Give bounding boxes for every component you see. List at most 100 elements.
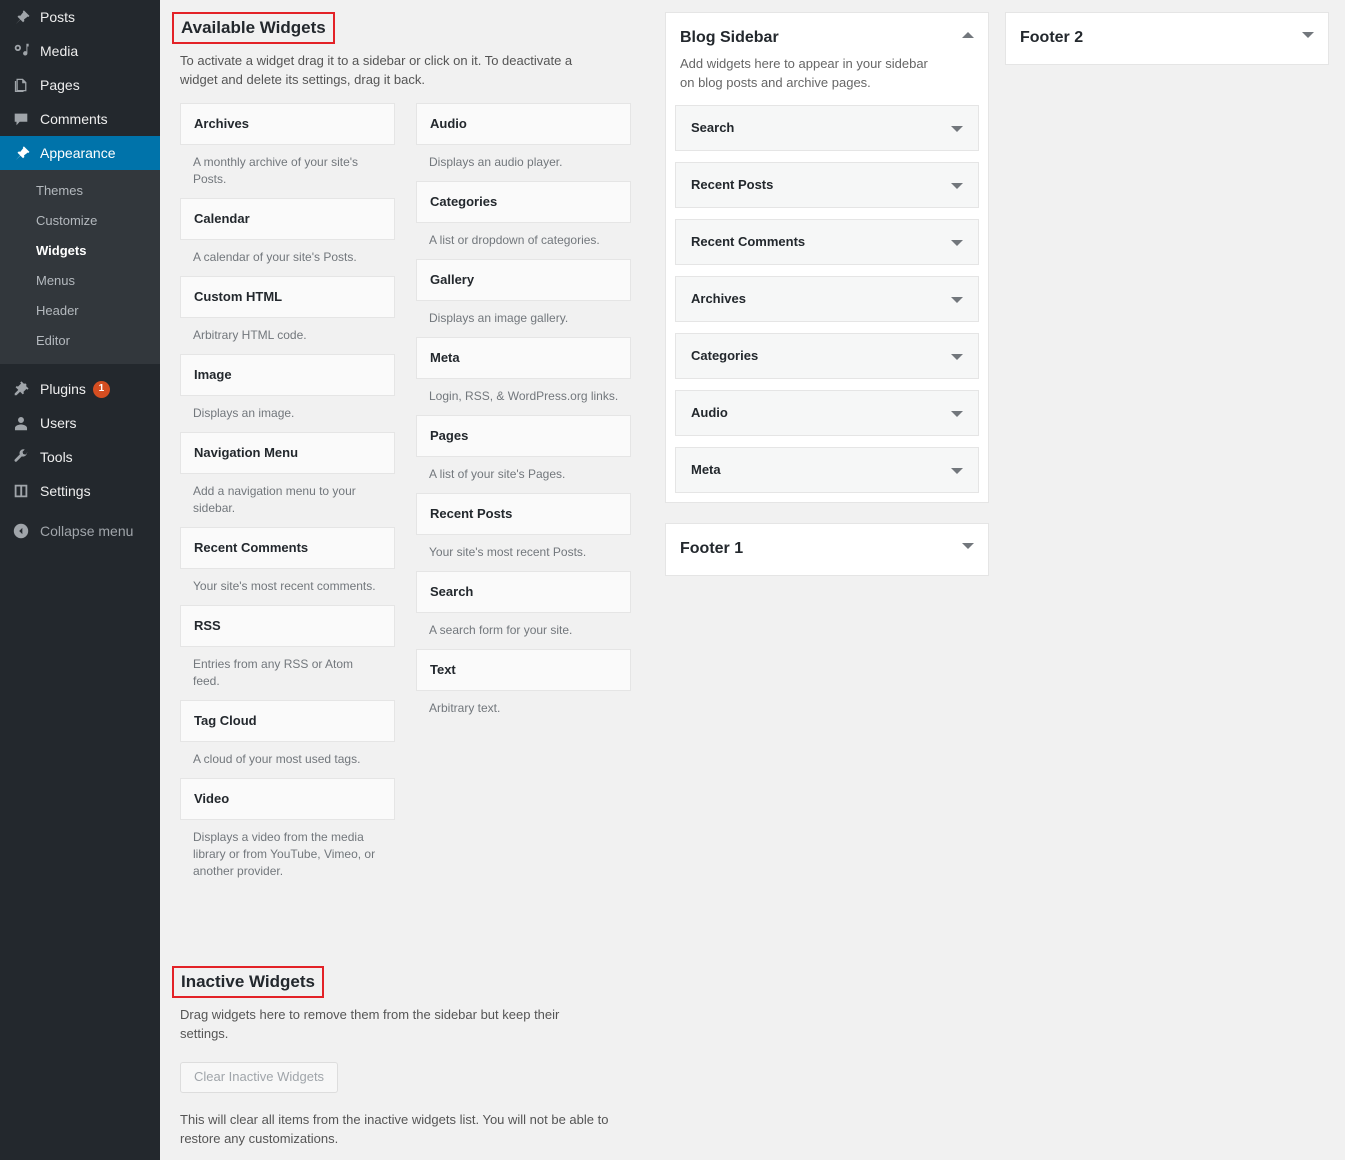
widget-categories[interactable]: Categories xyxy=(416,181,631,223)
sidebar-panel-header[interactable]: Blog Sidebar Add widgets here to appear … xyxy=(666,13,988,92)
sidebar-widget-archives[interactable]: Archives xyxy=(675,276,979,322)
widget-list-item: Custom HTML Arbitrary HTML code. xyxy=(180,276,395,354)
plug-icon xyxy=(11,379,31,399)
clear-inactive-widgets-button[interactable]: Clear Inactive Widgets xyxy=(180,1062,338,1093)
widget-description: Arbitrary HTML code. xyxy=(180,318,395,354)
sidebar-widget-label: Recent Posts xyxy=(691,177,773,192)
widget-description: Displays an audio player. xyxy=(416,145,631,181)
sidebar-panel-header[interactable]: Footer 2 xyxy=(1006,13,1328,64)
comment-bubble-icon xyxy=(11,109,31,129)
sidebar-item-users[interactable]: Users xyxy=(0,406,160,440)
widget-tag-cloud[interactable]: Tag Cloud xyxy=(180,700,395,742)
sidebar-item-widgets[interactable]: Widgets xyxy=(0,236,160,266)
sidebar-widget-categories[interactable]: Categories xyxy=(675,333,979,379)
widget-video[interactable]: Video xyxy=(180,778,395,820)
widget-pages[interactable]: Pages xyxy=(416,415,631,457)
widget-description: A list of your site's Pages. xyxy=(416,457,631,493)
sidebar-widget-recent-comments[interactable]: Recent Comments xyxy=(675,219,979,265)
widget-description: Displays a video from the media library … xyxy=(180,820,395,890)
sidebar-item-pages[interactable]: Pages xyxy=(0,68,160,102)
wrench-icon xyxy=(11,447,31,467)
sidebar-widget-recent-posts[interactable]: Recent Posts xyxy=(675,162,979,208)
widget-navigation-menu[interactable]: Navigation Menu xyxy=(180,432,395,474)
sidebar-item-menus[interactable]: Menus xyxy=(0,266,160,296)
sidebar-item-settings[interactable]: Settings xyxy=(0,474,160,508)
sidebars-column-2: Footer 2 xyxy=(1005,12,1329,85)
pages-icon xyxy=(11,75,31,95)
widget-description: A calendar of your site's Posts. xyxy=(180,240,395,276)
chevron-up-icon[interactable] xyxy=(962,32,974,38)
widget-custom-html[interactable]: Custom HTML xyxy=(180,276,395,318)
sidebar-item-customize[interactable]: Customize xyxy=(0,206,160,236)
widget-recent-comments[interactable]: Recent Comments xyxy=(180,527,395,569)
widget-search[interactable]: Search xyxy=(416,571,631,613)
widget-list-item: Search A search form for your site. xyxy=(416,571,631,649)
sidebar-panel-footer-2: Footer 2 xyxy=(1005,12,1329,65)
sidebar-panel-blog-sidebar: Blog Sidebar Add widgets here to appear … xyxy=(665,12,989,503)
sidebar-item-label: Appearance xyxy=(40,146,116,160)
sidebar-item-editor[interactable]: Editor xyxy=(0,326,160,356)
sidebar-item-label: Media xyxy=(40,44,78,58)
media-note-icon xyxy=(11,41,31,61)
chevron-down-icon[interactable] xyxy=(951,183,963,189)
chevron-down-icon[interactable] xyxy=(962,543,974,549)
collapse-menu-button[interactable]: Collapse menu xyxy=(0,514,160,548)
widget-list-item: Navigation Menu Add a navigation menu to… xyxy=(180,432,395,527)
widget-recent-posts[interactable]: Recent Posts xyxy=(416,493,631,535)
sidebar-panel-header[interactable]: Footer 1 xyxy=(666,524,988,575)
chevron-down-icon[interactable] xyxy=(951,126,963,132)
sidebar-item-label: Pages xyxy=(40,78,80,92)
sidebar-widget-search[interactable]: Search xyxy=(675,105,979,151)
widget-list-item: Archives A monthly archive of your site'… xyxy=(180,103,395,198)
widget-description: A monthly archive of your site's Posts. xyxy=(180,145,395,198)
widget-gallery[interactable]: Gallery xyxy=(416,259,631,301)
sidebar-item-tools[interactable]: Tools xyxy=(0,440,160,474)
sidebar-item-posts[interactable]: Posts xyxy=(0,0,160,34)
paintbrush-icon xyxy=(11,143,31,163)
available-widgets-description: To activate a widget drag it to a sideba… xyxy=(180,51,600,89)
admin-sidebar-menu: Posts Media Pages Comments Appearance xyxy=(0,0,160,1160)
widget-description: Entries from any RSS or Atom feed. xyxy=(180,647,395,700)
widget-list-item: Text Arbitrary text. xyxy=(416,649,631,727)
widget-description: Displays an image. xyxy=(180,396,395,432)
widget-audio[interactable]: Audio xyxy=(416,103,631,145)
sidebar-widget-audio[interactable]: Audio xyxy=(675,390,979,436)
user-icon xyxy=(11,413,31,433)
sidebar-panel-title: Footer 1 xyxy=(680,538,948,560)
widget-list-item: Pages A list of your site's Pages. xyxy=(416,415,631,493)
chevron-down-icon[interactable] xyxy=(951,468,963,474)
widget-list-item: Video Displays a video from the media li… xyxy=(180,778,395,890)
widget-rss[interactable]: RSS xyxy=(180,605,395,647)
sidebar-item-label: Plugins xyxy=(40,382,86,396)
sidebar-item-label: Tools xyxy=(40,450,73,464)
sidebar-item-themes[interactable]: Themes xyxy=(0,176,160,206)
widget-description: A search form for your site. xyxy=(416,613,631,649)
chevron-down-icon[interactable] xyxy=(1302,32,1314,38)
chevron-down-icon[interactable] xyxy=(951,411,963,417)
menu-separator xyxy=(0,364,160,372)
widget-description: Login, RSS, & WordPress.org links. xyxy=(416,379,631,415)
available-widgets-column-left: Archives A monthly archive of your site'… xyxy=(180,103,395,890)
widget-archives[interactable]: Archives xyxy=(180,103,395,145)
sidebar-item-label: Users xyxy=(40,416,77,430)
collapse-menu-label: Collapse menu xyxy=(40,524,133,538)
chevron-down-icon[interactable] xyxy=(951,297,963,303)
collapse-arrow-icon xyxy=(11,521,31,541)
sidebar-item-header[interactable]: Header xyxy=(0,296,160,326)
sidebar-item-comments[interactable]: Comments xyxy=(0,102,160,136)
widget-meta[interactable]: Meta xyxy=(416,337,631,379)
sidebar-item-plugins[interactable]: Plugins 1 xyxy=(0,372,160,406)
sidebar-widget-label: Meta xyxy=(691,462,721,477)
widget-image[interactable]: Image xyxy=(180,354,395,396)
widget-list-item: Recent Comments Your site's most recent … xyxy=(180,527,395,605)
sidebar-widget-meta[interactable]: Meta xyxy=(675,447,979,493)
chevron-down-icon[interactable] xyxy=(951,354,963,360)
chevron-down-icon[interactable] xyxy=(951,240,963,246)
available-widgets-section: Available Widgets To activate a widget d… xyxy=(180,12,638,103)
sidebar-widget-label: Search xyxy=(691,120,734,135)
sidebar-item-media[interactable]: Media xyxy=(0,34,160,68)
inactive-widgets-section: Inactive Widgets Drag widgets here to re… xyxy=(180,966,650,1148)
widget-calendar[interactable]: Calendar xyxy=(180,198,395,240)
sidebar-item-appearance[interactable]: Appearance xyxy=(0,136,160,170)
widget-text[interactable]: Text xyxy=(416,649,631,691)
